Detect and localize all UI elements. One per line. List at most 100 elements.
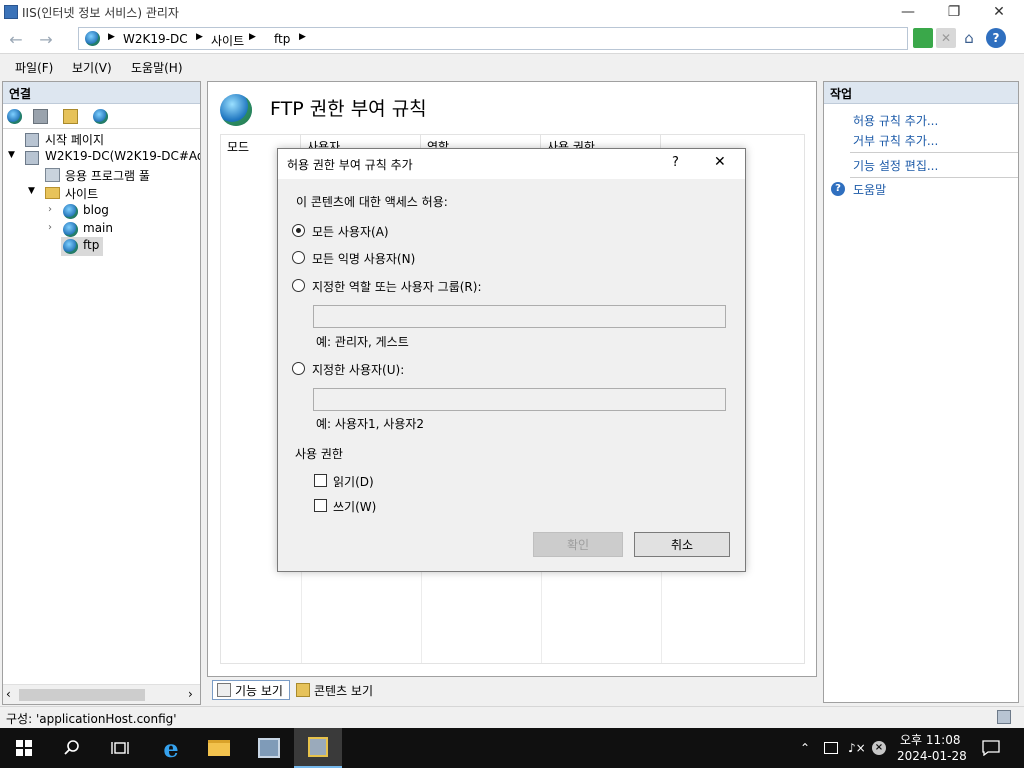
read-checkbox-label[interactable]: 읽기(D) <box>333 473 374 490</box>
task-view-button[interactable] <box>96 728 144 768</box>
chevron-right-icon[interactable]: › <box>48 222 52 233</box>
dialog-help-button[interactable]: ? <box>672 155 679 170</box>
minimize-button[interactable]: — <box>885 0 931 24</box>
clock-time[interactable]: 오후 11:08 <box>900 731 960 748</box>
radio-specified-users[interactable] <box>292 362 305 375</box>
tray-expand-icon[interactable]: ⌃ <box>800 728 810 768</box>
chevron-right-icon[interactable]: ▶ <box>249 32 256 42</box>
page-title: FTP 권한 부여 규칙 <box>270 98 427 120</box>
forward-button[interactable]: → <box>34 27 58 51</box>
chevron-right-icon[interactable]: ▶ <box>108 32 115 42</box>
window-title: IIS(인터넷 정보 서비스) 관리자 <box>22 6 179 20</box>
app-pool-icon <box>45 168 60 182</box>
features-view-icon <box>217 683 231 697</box>
tree-sites[interactable]: 사이트 <box>65 185 98 202</box>
breadcrumb[interactable]: ▶ W2K19-DC ▶ 사이트 ▶ ftp ▶ <box>78 27 908 50</box>
start-button[interactable] <box>0 728 48 768</box>
scrollbar-thumb[interactable] <box>19 689 145 701</box>
iis-manager-taskbar-button[interactable] <box>294 728 342 768</box>
up-folder-icon[interactable] <box>63 109 78 124</box>
radio-all-users-label[interactable]: 모든 사용자(A) <box>312 223 389 240</box>
search-icon <box>64 740 79 755</box>
radio-anonymous-users[interactable] <box>292 251 305 264</box>
breadcrumb-sites[interactable]: 사이트 <box>211 32 244 49</box>
dialog-close-button[interactable]: ✕ <box>714 154 726 170</box>
file-explorer-button[interactable] <box>195 728 243 768</box>
tree-start-page[interactable]: 시작 페이지 <box>45 131 104 148</box>
menu-view[interactable]: 보기(V) <box>72 59 112 76</box>
connect-icon[interactable] <box>7 109 22 124</box>
add-allow-rule-link[interactable]: 허용 규칙 추가... <box>853 112 938 129</box>
write-checkbox[interactable] <box>314 499 327 512</box>
connections-panel: 연결 시작 페이지 ▼ W2K19-DC(W2K19-DC#Adr 응용 프로그… <box>2 81 201 705</box>
connections-header: 연결 <box>3 82 200 104</box>
roles-input[interactable] <box>313 305 726 328</box>
back-button[interactable]: ← <box>4 27 28 51</box>
breadcrumb-ftp[interactable]: ftp <box>274 32 290 46</box>
chevron-down-icon[interactable]: ▼ <box>28 186 35 196</box>
chevron-right-icon[interactable]: › <box>48 204 52 215</box>
home-icon[interactable]: ⌂ <box>959 28 979 48</box>
stop-icon[interactable]: ✕ <box>936 28 956 48</box>
scroll-right-icon[interactable]: › <box>188 687 193 701</box>
content-view-icon <box>296 683 310 697</box>
radio-roles-groups-label[interactable]: 지정한 역할 또는 사용자 그룹(R): <box>312 278 481 295</box>
breadcrumb-server[interactable]: W2K19-DC <box>123 32 188 46</box>
action-center-button[interactable] <box>982 728 1000 768</box>
scroll-left-icon[interactable]: ‹ <box>6 687 11 701</box>
address-bar: ← → ▶ W2K19-DC ▶ 사이트 ▶ ftp ▶ ✕ ⌂ ? <box>0 24 1024 54</box>
tab-features-view-label: 기능 보기 <box>235 683 283 698</box>
edit-feature-settings-link[interactable]: 기능 설정 편집... <box>853 157 938 174</box>
permissions-label: 사용 권한 <box>295 447 343 461</box>
radio-roles-groups[interactable] <box>292 279 305 292</box>
access-section-label: 이 콘텐츠에 대한 액세스 허용: <box>296 195 448 209</box>
close-button[interactable]: ✕ <box>976 0 1022 24</box>
users-input[interactable] <box>313 388 726 411</box>
menu-bar: 파일(F) 보기(V) 도움말(H) <box>0 55 1024 79</box>
search-button[interactable] <box>48 728 96 768</box>
windows-icon <box>16 740 32 756</box>
tree-site-blog[interactable]: blog <box>83 203 109 217</box>
clock-date[interactable]: 2024-01-28 <box>897 749 967 763</box>
menu-file[interactable]: 파일(F) <box>15 59 53 76</box>
radio-all-users[interactable] <box>292 224 305 237</box>
cancel-button[interactable]: 취소 <box>634 532 730 557</box>
network-icon[interactable] <box>824 728 838 768</box>
chevron-right-icon[interactable]: ▶ <box>299 32 306 42</box>
ok-button[interactable]: 확인 <box>533 532 623 557</box>
status-text: 구성: 'applicationHost.config' <box>6 712 177 726</box>
restore-button[interactable]: ❐ <box>931 0 977 24</box>
add-deny-rule-link[interactable]: 거부 규칙 추가... <box>853 132 938 149</box>
save-icon[interactable] <box>33 109 48 124</box>
chevron-down-icon[interactable]: ▼ <box>8 150 15 160</box>
tab-content-view[interactable]: 콘텐츠 보기 <box>292 680 382 700</box>
ie-button[interactable]: e <box>147 728 195 768</box>
help-link[interactable]: 도움말 <box>853 181 886 198</box>
speaker-muted-icon[interactable]: ♪× <box>848 728 866 768</box>
help-icon[interactable]: ? <box>986 28 1006 48</box>
iis-icon <box>308 737 328 757</box>
tree-site-ftp[interactable]: ftp <box>83 238 99 252</box>
read-checkbox[interactable] <box>314 474 327 487</box>
tree-server[interactable]: W2K19-DC(W2K19-DC#Adr <box>45 149 200 163</box>
tree-app-pools[interactable]: 응용 프로그램 풀 <box>65 167 150 184</box>
horizontal-scrollbar[interactable]: ‹ › <box>3 684 200 704</box>
notification-error-icon[interactable]: × <box>872 728 886 768</box>
internet-explorer-icon: e <box>163 733 179 763</box>
tab-features-view[interactable]: 기능 보기 <box>212 680 290 700</box>
users-example: 예: 사용자1, 사용자2 <box>316 417 425 431</box>
disconnect-icon[interactable] <box>93 109 108 124</box>
iis-app-icon <box>4 5 18 19</box>
server-manager-button[interactable] <box>245 728 293 768</box>
menu-help[interactable]: 도움말(H) <box>131 59 183 76</box>
radio-anonymous-users-label[interactable]: 모든 익명 사용자(N) <box>312 250 415 267</box>
tree-site-main[interactable]: main <box>83 221 113 235</box>
network-status-icon <box>997 710 1011 724</box>
write-checkbox-label[interactable]: 쓰기(W) <box>333 498 376 515</box>
chevron-right-icon[interactable]: ▶ <box>196 32 203 42</box>
refresh-icon[interactable] <box>913 28 933 48</box>
help-icon: ? <box>831 182 845 196</box>
dialog-title: 허용 권한 부여 규칙 추가 <box>287 158 413 172</box>
radio-specified-users-label[interactable]: 지정한 사용자(U): <box>312 361 404 378</box>
ftp-authorization-icon <box>220 94 252 126</box>
